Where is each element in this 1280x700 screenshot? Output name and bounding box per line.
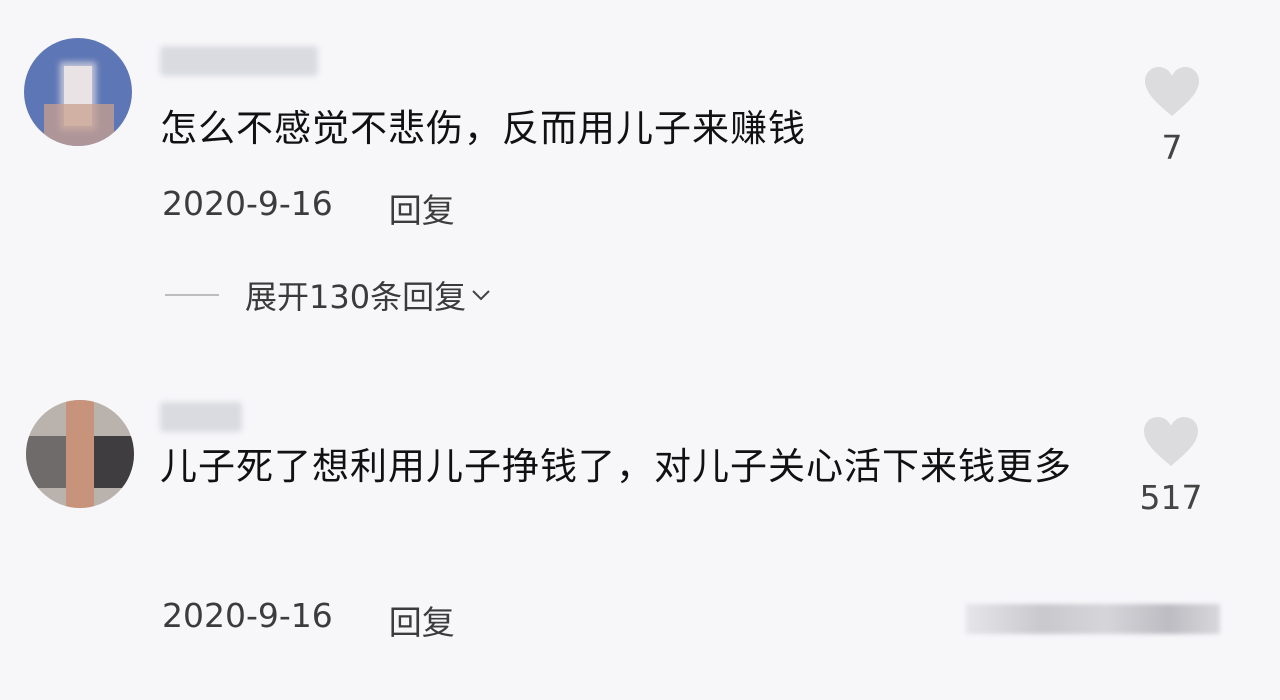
avatar-blur — [94, 436, 134, 488]
avatar[interactable] — [24, 38, 132, 146]
watermark-blurred — [966, 604, 1220, 634]
reply-button[interactable]: 回复 — [389, 596, 455, 644]
avatar-blur — [44, 104, 114, 146]
reply-button[interactable]: 回复 — [389, 184, 455, 232]
comment-date: 2020-9-16 — [162, 596, 333, 635]
comment-date: 2020-9-16 — [162, 184, 333, 223]
chevron-down-icon — [472, 290, 490, 301]
username-blurred[interactable] — [160, 402, 242, 432]
comment-item: 怎么不感觉不悲伤，反而用儿子来赚钱 2020-9-16 回复 展开130条回复 … — [0, 0, 1280, 350]
like-count: 7 — [1161, 128, 1183, 167]
heart-icon — [1145, 67, 1199, 116]
comment-meta: 2020-9-16 回复 — [162, 184, 455, 232]
like-button[interactable]: 517 — [1131, 416, 1211, 517]
comment-item: 儿子死了想利用儿子挣钱了，对儿子关心活下来钱更多 2020-9-16 回复 51… — [0, 380, 1280, 700]
divider — [165, 294, 219, 296]
comment-text: 怎么不感觉不悲伤，反而用儿子来赚钱 — [160, 107, 806, 150]
heart-icon — [1144, 417, 1198, 466]
comment-text: 儿子死了想利用儿子挣钱了，对儿子关心活下来钱更多 — [160, 445, 1072, 488]
expand-replies-button[interactable]: 展开130条回复 — [165, 272, 492, 318]
comment-meta: 2020-9-16 回复 — [162, 596, 455, 644]
avatar-blur — [26, 436, 66, 488]
username-blurred[interactable] — [160, 46, 318, 76]
like-button[interactable]: 7 — [1132, 66, 1212, 167]
like-count: 517 — [1139, 478, 1203, 517]
expand-replies-label: 展开130条回复 — [245, 278, 467, 316]
avatar[interactable] — [26, 400, 134, 508]
avatar-blur — [66, 400, 94, 508]
